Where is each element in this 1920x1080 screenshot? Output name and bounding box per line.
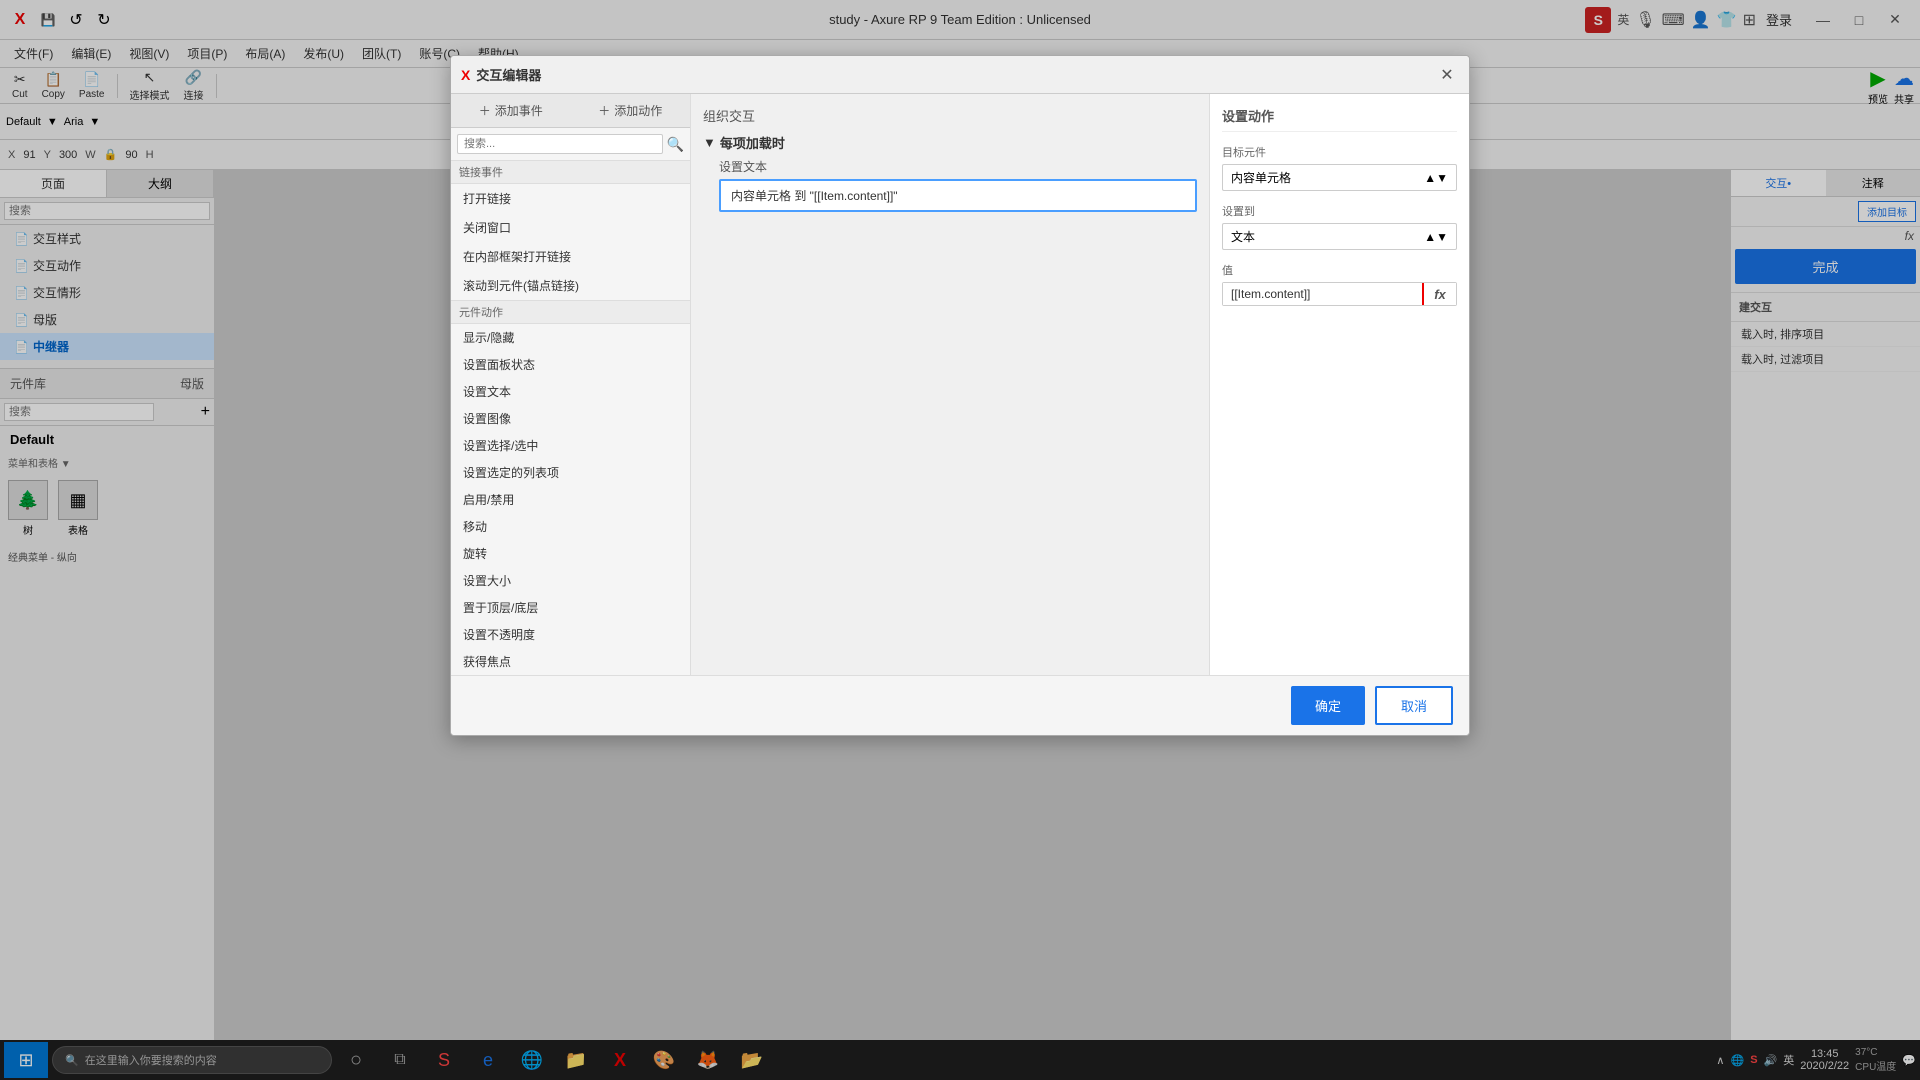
target-label: 目标元件 bbox=[1222, 144, 1457, 160]
action-set-selection[interactable]: 设置选择/选中 bbox=[451, 432, 690, 459]
action-set-focus[interactable]: 获得焦点 bbox=[451, 648, 690, 675]
action-set-panel-state[interactable]: 设置面板状态 bbox=[451, 351, 690, 378]
collapse-icon[interactable]: ▼ bbox=[703, 135, 716, 150]
confirm-button[interactable]: 确定 bbox=[1291, 686, 1365, 725]
value-row: fx bbox=[1222, 282, 1457, 306]
fx-button[interactable]: fx bbox=[1422, 283, 1456, 305]
dialog-search-area: 🔍 bbox=[451, 128, 690, 161]
event-scroll-to[interactable]: 滚动到元件(锚点链接) bbox=[451, 271, 690, 300]
action-show-hide[interactable]: 显示/隐藏 bbox=[451, 324, 690, 351]
dialog-footer: 确定 取消 bbox=[451, 675, 1469, 735]
action-set-text[interactable]: 设置文本 bbox=[451, 378, 690, 405]
action-set-list-item[interactable]: 设置选定的列表项 bbox=[451, 459, 690, 486]
plus-icon-event: ＋ bbox=[479, 102, 491, 119]
set-to-field: 设置到 文本 ▲▼ bbox=[1222, 203, 1457, 250]
interaction-editor-dialog: X 交互编辑器 ✕ ＋ 添加事件 ＋ 添加动作 bbox=[450, 55, 1470, 736]
plus-icon-action: ＋ bbox=[598, 102, 610, 119]
action-set-opacity[interactable]: 设置不透明度 bbox=[451, 621, 690, 648]
target-chevron-icon: ▲▼ bbox=[1424, 171, 1448, 185]
organize-interact-title: 组织交互 bbox=[703, 106, 1197, 125]
dialog-middle-panel: 组织交互 ▼ 每项加载时 设置文本 内容单元格 到 "[[Item.conten… bbox=[691, 94, 1209, 675]
value-input[interactable] bbox=[1223, 283, 1422, 305]
action-rotate[interactable]: 旋转 bbox=[451, 540, 690, 567]
dialog-overlay: X 交互编辑器 ✕ ＋ 添加事件 ＋ 添加动作 bbox=[0, 0, 1920, 1080]
set-to-chevron-icon: ▲▼ bbox=[1424, 230, 1448, 244]
action-z-order[interactable]: 置于顶层/底层 bbox=[451, 594, 690, 621]
action-item-row[interactable]: 内容单元格 到 "[[Item.content]]" bbox=[719, 179, 1197, 212]
event-open-in-frame[interactable]: 在内部框架打开链接 bbox=[451, 242, 690, 271]
dialog-body: ＋ 添加事件 ＋ 添加动作 🔍 链接事件 打开链接 关闭窗口 bbox=[451, 94, 1469, 675]
action-set-image[interactable]: 设置图像 bbox=[451, 405, 690, 432]
fx-icon: fx bbox=[1434, 287, 1446, 302]
target-element-field: 目标元件 内容单元格 ▲▼ bbox=[1222, 144, 1457, 191]
value-label: 值 bbox=[1222, 262, 1457, 278]
dialog-left-panel: ＋ 添加事件 ＋ 添加动作 🔍 链接事件 打开链接 关闭窗口 bbox=[451, 94, 691, 675]
search-icon: 🔍 bbox=[667, 136, 684, 153]
tab-add-event[interactable]: ＋ 添加事件 bbox=[451, 94, 571, 127]
event-open-link[interactable]: 打开链接 bbox=[451, 184, 690, 213]
target-select[interactable]: 内容单元格 ▲▼ bbox=[1222, 164, 1457, 191]
set-action-title: 设置动作 bbox=[1222, 106, 1457, 132]
cancel-button[interactable]: 取消 bbox=[1375, 686, 1453, 725]
event-header: ▼ 每项加载时 bbox=[703, 133, 1197, 152]
dialog-left-tabs: ＋ 添加事件 ＋ 添加动作 bbox=[451, 94, 690, 128]
dialog-title-bar: X 交互编辑器 ✕ bbox=[451, 56, 1469, 94]
event-group: ▼ 每项加载时 设置文本 内容单元格 到 "[[Item.content]]" bbox=[703, 133, 1197, 212]
link-events-section: 链接事件 bbox=[451, 161, 690, 184]
action-enable-disable[interactable]: 启用/禁用 bbox=[451, 486, 690, 513]
dialog-icon: X bbox=[461, 67, 470, 83]
tab-add-action[interactable]: ＋ 添加动作 bbox=[571, 94, 691, 127]
widget-actions-section: 元件动作 bbox=[451, 300, 690, 324]
event-close-window[interactable]: 关闭窗口 bbox=[451, 213, 690, 242]
dialog-search-input[interactable] bbox=[457, 134, 663, 154]
action-type-label: 设置文本 bbox=[719, 158, 1197, 175]
value-field: 值 fx bbox=[1222, 262, 1457, 306]
action-group: 设置文本 内容单元格 到 "[[Item.content]]" bbox=[703, 158, 1197, 212]
action-set-size[interactable]: 设置大小 bbox=[451, 567, 690, 594]
dialog-title: X 交互编辑器 bbox=[461, 65, 541, 84]
set-to-select[interactable]: 文本 ▲▼ bbox=[1222, 223, 1457, 250]
action-move[interactable]: 移动 bbox=[451, 513, 690, 540]
dialog-right-panel: 设置动作 目标元件 内容单元格 ▲▼ 设置到 文本 ▲▼ bbox=[1209, 94, 1469, 675]
dialog-close-button[interactable]: ✕ bbox=[1435, 63, 1459, 87]
set-to-label: 设置到 bbox=[1222, 203, 1457, 219]
